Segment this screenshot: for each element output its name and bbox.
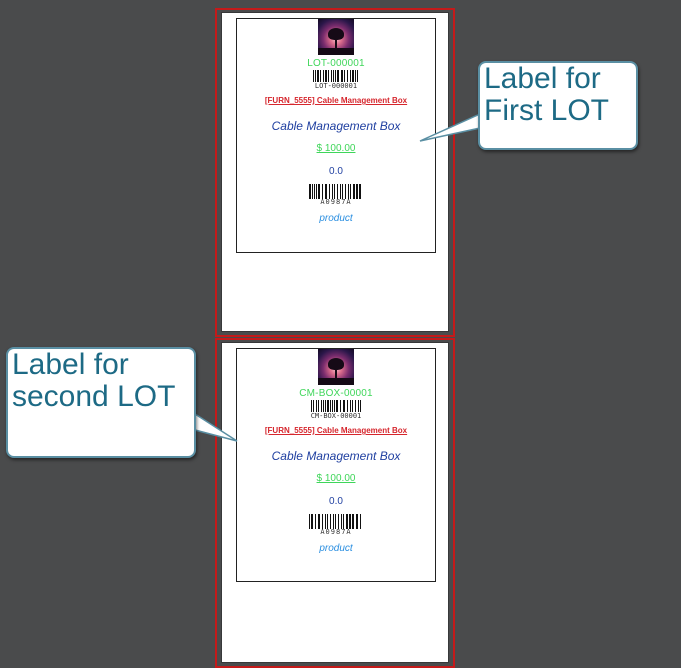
callout-first-line2: First LOT xyxy=(484,94,609,127)
product-barcode xyxy=(309,514,361,529)
label-page-1: LOT-000001 LOT-000001 [FURN_5555] Cable … xyxy=(215,8,455,337)
product-price: $ 100.00 xyxy=(316,473,356,484)
label-page-2: CM-BOX-00001 CM-BOX-00001 [FURN_5555] Ca… xyxy=(215,338,455,668)
callout-second-lot: Label for second LOT xyxy=(6,347,196,458)
callout-first-pointer xyxy=(419,112,481,142)
lot-barcode xyxy=(311,400,361,412)
page-sheet: LOT-000001 LOT-000001 [FURN_5555] Cable … xyxy=(222,13,448,331)
product-barcode-text: A0987A xyxy=(320,528,352,536)
product-reference: [FURN_5555] Cable Management Box xyxy=(264,96,408,105)
lot-barcode-text: LOT-000001 xyxy=(314,82,358,90)
quantity: 0.0 xyxy=(329,166,343,177)
lot-barcode-text: CM-BOX-00001 xyxy=(310,412,362,420)
callout-second-pointer xyxy=(194,412,238,442)
lot-barcode xyxy=(313,70,358,82)
product-barcode-text: A0987A xyxy=(320,198,352,206)
product-name: Cable Management Box xyxy=(271,119,401,133)
product-reference: [FURN_5555] Cable Management Box xyxy=(264,426,408,435)
callout-first-lot: Label for First LOT xyxy=(478,61,638,150)
callout-second-line2: second LOT xyxy=(12,380,176,413)
product-category: product xyxy=(319,543,353,554)
product-name: Cable Management Box xyxy=(271,449,401,463)
callout-second-line1: Label for xyxy=(12,348,129,381)
product-barcode xyxy=(309,184,361,199)
lot-label-card: CM-BOX-00001 CM-BOX-00001 [FURN_5555] Ca… xyxy=(236,348,436,582)
lot-label-card: LOT-000001 LOT-000001 [FURN_5555] Cable … xyxy=(236,18,436,253)
product-category: product xyxy=(319,213,353,224)
lot-name: LOT-000001 xyxy=(307,58,365,69)
page-sheet: CM-BOX-00001 CM-BOX-00001 [FURN_5555] Ca… xyxy=(222,343,448,662)
quantity: 0.0 xyxy=(329,496,343,507)
lot-name: CM-BOX-00001 xyxy=(299,388,373,399)
product-image xyxy=(318,349,354,385)
callout-first-line1: Label for xyxy=(484,62,601,95)
product-price: $ 100.00 xyxy=(316,143,356,154)
product-image xyxy=(318,19,354,55)
